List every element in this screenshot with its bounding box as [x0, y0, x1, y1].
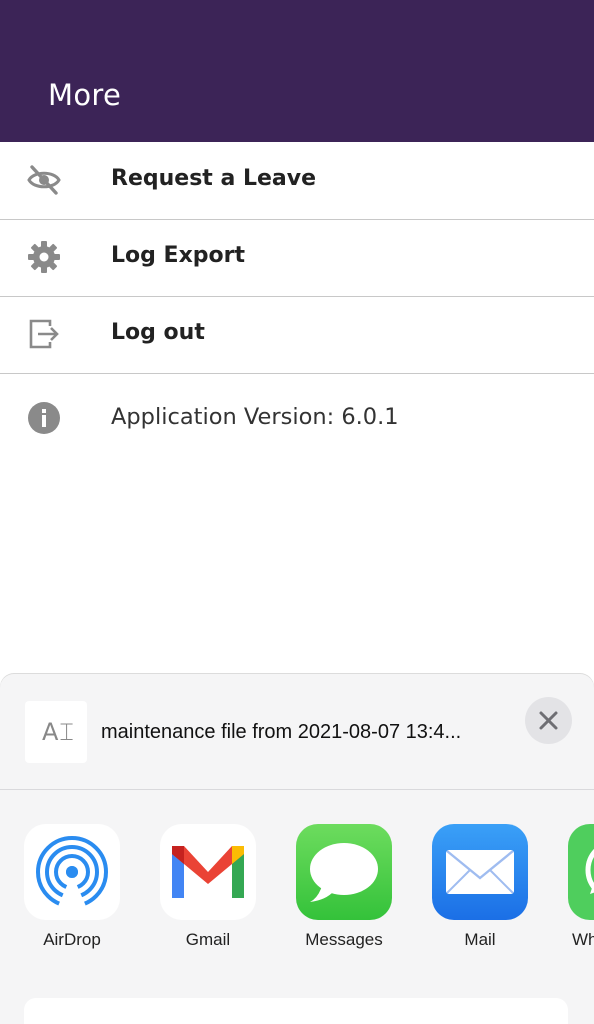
- whatsapp-icon: [568, 824, 594, 920]
- mail-icon: [432, 824, 528, 920]
- share-action-card[interactable]: [24, 998, 568, 1024]
- close-share-sheet-button[interactable]: [525, 697, 572, 744]
- share-app-mail[interactable]: Mail: [432, 824, 528, 950]
- gear-icon: [28, 241, 60, 273]
- menu-item-request-leave[interactable]: Request a Leave: [0, 142, 594, 220]
- app-header: More: [0, 0, 594, 142]
- menu-item-label: Request a Leave: [111, 166, 317, 191]
- logout-icon: [29, 319, 59, 349]
- share-app-label: Messages: [305, 930, 383, 949]
- eye-off-icon: [27, 165, 61, 195]
- file-thumbnail: A⌶: [25, 701, 87, 763]
- share-app-label: AirDrop: [43, 930, 101, 949]
- share-sheet-header: A⌶ maintenance file from 2021-08-07 13:4…: [0, 674, 594, 790]
- share-app-messages[interactable]: Messages: [296, 824, 392, 950]
- info-icon: [28, 402, 60, 434]
- menu-item-label: Log Export: [111, 243, 245, 268]
- share-sheet: A⌶ maintenance file from 2021-08-07 13:4…: [0, 674, 594, 1024]
- share-app-label: Wh: [572, 930, 594, 949]
- share-app-whatsapp[interactable]: Wh: [568, 824, 594, 950]
- app-version-row: Application Version: 6.0.1: [0, 374, 594, 451]
- share-app-gmail[interactable]: Gmail: [160, 824, 256, 950]
- share-app-label: Gmail: [185, 930, 231, 949]
- page-title: More: [48, 78, 122, 112]
- close-icon: [539, 711, 558, 730]
- gmail-icon: [160, 824, 256, 920]
- airdrop-icon: [24, 824, 120, 920]
- messages-icon: [296, 824, 392, 920]
- menu-item-log-export[interactable]: Log Export: [0, 219, 594, 297]
- share-app-label: Mail: [464, 930, 496, 949]
- app-version-text: Application Version: 6.0.1: [111, 404, 399, 430]
- shared-file-name: maintenance file from 2021-08-07 13:4...: [101, 721, 462, 743]
- file-thumbnail-text: A⌶: [42, 718, 75, 746]
- menu-item-log-out[interactable]: Log out: [0, 296, 594, 374]
- share-app-airdrop[interactable]: AirDrop: [24, 824, 120, 950]
- menu-item-label: Log out: [111, 320, 205, 345]
